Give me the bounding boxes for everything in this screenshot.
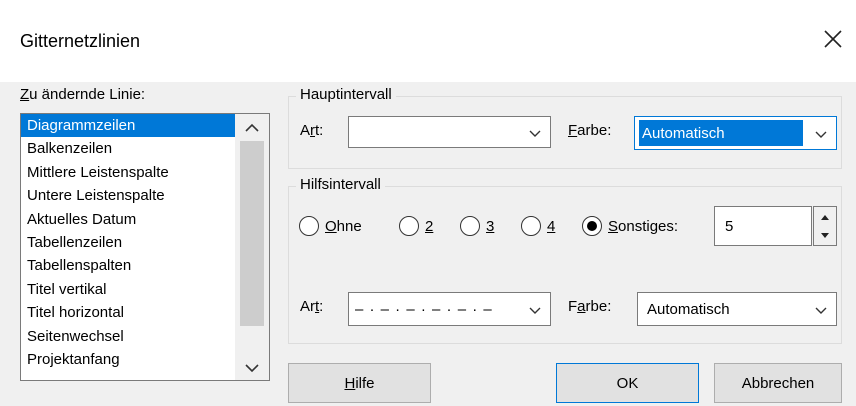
close-icon[interactable] [820,26,846,52]
cancel-button[interactable]: Abbrechen [714,363,842,403]
hilfs-farbe-label: Farbe: [568,298,612,315]
radio-3[interactable]: 3 [460,216,494,236]
dialog-title: Gitternetzlinien [20,31,141,51]
chevron-down-icon [528,126,542,138]
list-item[interactable]: Untere Leistenspalte [21,184,235,207]
list-item[interactable]: Titel horizontal [21,301,235,324]
spin-down-icon[interactable] [814,226,836,245]
radio-4-circle[interactable] [521,216,541,236]
chevron-down-icon [814,127,828,139]
radio-ohne-circle[interactable] [299,216,319,236]
radio-2-label: 2 [425,217,434,235]
list-item[interactable]: Titel vertikal [21,278,235,301]
radio-3-label: 3 [486,217,495,235]
hilfs-farbe-value: Automatisch [647,300,730,318]
list-item[interactable]: Mittlere Leistenspalte [21,161,235,184]
line-list-label: Zu ändernde Linie: [20,86,146,103]
list-item[interactable]: Diagrammzeilen [21,114,235,138]
hauptintervall-label: Hauptintervall [296,86,396,103]
hilfsintervall-label: Hilfsintervall [296,176,385,193]
list-scrollbar[interactable] [235,114,269,380]
scroll-up-icon[interactable] [235,116,269,140]
help-button[interactable]: Hilfe [288,363,431,403]
line-list-items: Diagrammzeilen Balkenzeilen Mittlere Leist… [21,114,235,371]
list-item[interactable]: Seitenwechsel [21,325,235,348]
ok-button[interactable]: OK [556,363,699,403]
hilfs-art-value: – · – · – · – · – · – [355,300,493,318]
sonstiges-spinner[interactable] [813,206,837,246]
radio-4[interactable]: 4 [521,216,555,236]
haupt-farbe-value: Automatisch [639,120,803,146]
haupt-farbe-select[interactable]: Automatisch [634,116,837,150]
hilfs-art-label: Art: [300,298,324,315]
chevron-down-icon [528,303,542,315]
list-item[interactable]: Tabellenspalten [21,254,235,277]
scrollbar-thumb[interactable] [240,141,264,326]
radio-3-circle[interactable] [460,216,480,236]
title-bar: Gitternetzlinien [0,0,856,82]
chevron-down-icon [814,303,828,315]
list-item[interactable]: Balkenzeilen [21,137,235,160]
radio-sonstiges-label: Sonstiges: [608,217,679,235]
radio-2[interactable]: 2 [399,216,433,236]
scroll-down-icon[interactable] [235,356,269,380]
radio-2-circle[interactable] [399,216,419,236]
hilfs-farbe-select[interactable]: Automatisch [637,292,837,326]
list-item[interactable]: Projektanfang [21,348,235,371]
list-item[interactable]: Tabellenzeilen [21,231,235,254]
haupt-farbe-label: Farbe: [568,122,612,139]
haupt-art-select[interactable] [348,116,551,148]
radio-sonstiges[interactable]: Sonstiges: [582,216,678,236]
radio-4-label: 4 [547,217,556,235]
list-item[interactable]: Aktuelles Datum [21,208,235,231]
haupt-art-label: Art: [300,122,324,139]
radio-ohne[interactable]: Ohne [299,216,362,236]
gridlines-dialog: Gitternetzlinien Zu ändernde Linie: Diag… [0,0,856,406]
hilfs-art-select[interactable]: – · – · – · – · – · – [348,292,551,326]
sonstiges-input[interactable]: 5 [714,206,812,246]
radio-ohne-label: Ohne [325,217,362,235]
spin-up-icon[interactable] [814,207,836,226]
radio-sonstiges-circle[interactable] [582,216,602,236]
line-listbox[interactable]: Diagrammzeilen Balkenzeilen Mittlere Leist… [20,113,270,381]
